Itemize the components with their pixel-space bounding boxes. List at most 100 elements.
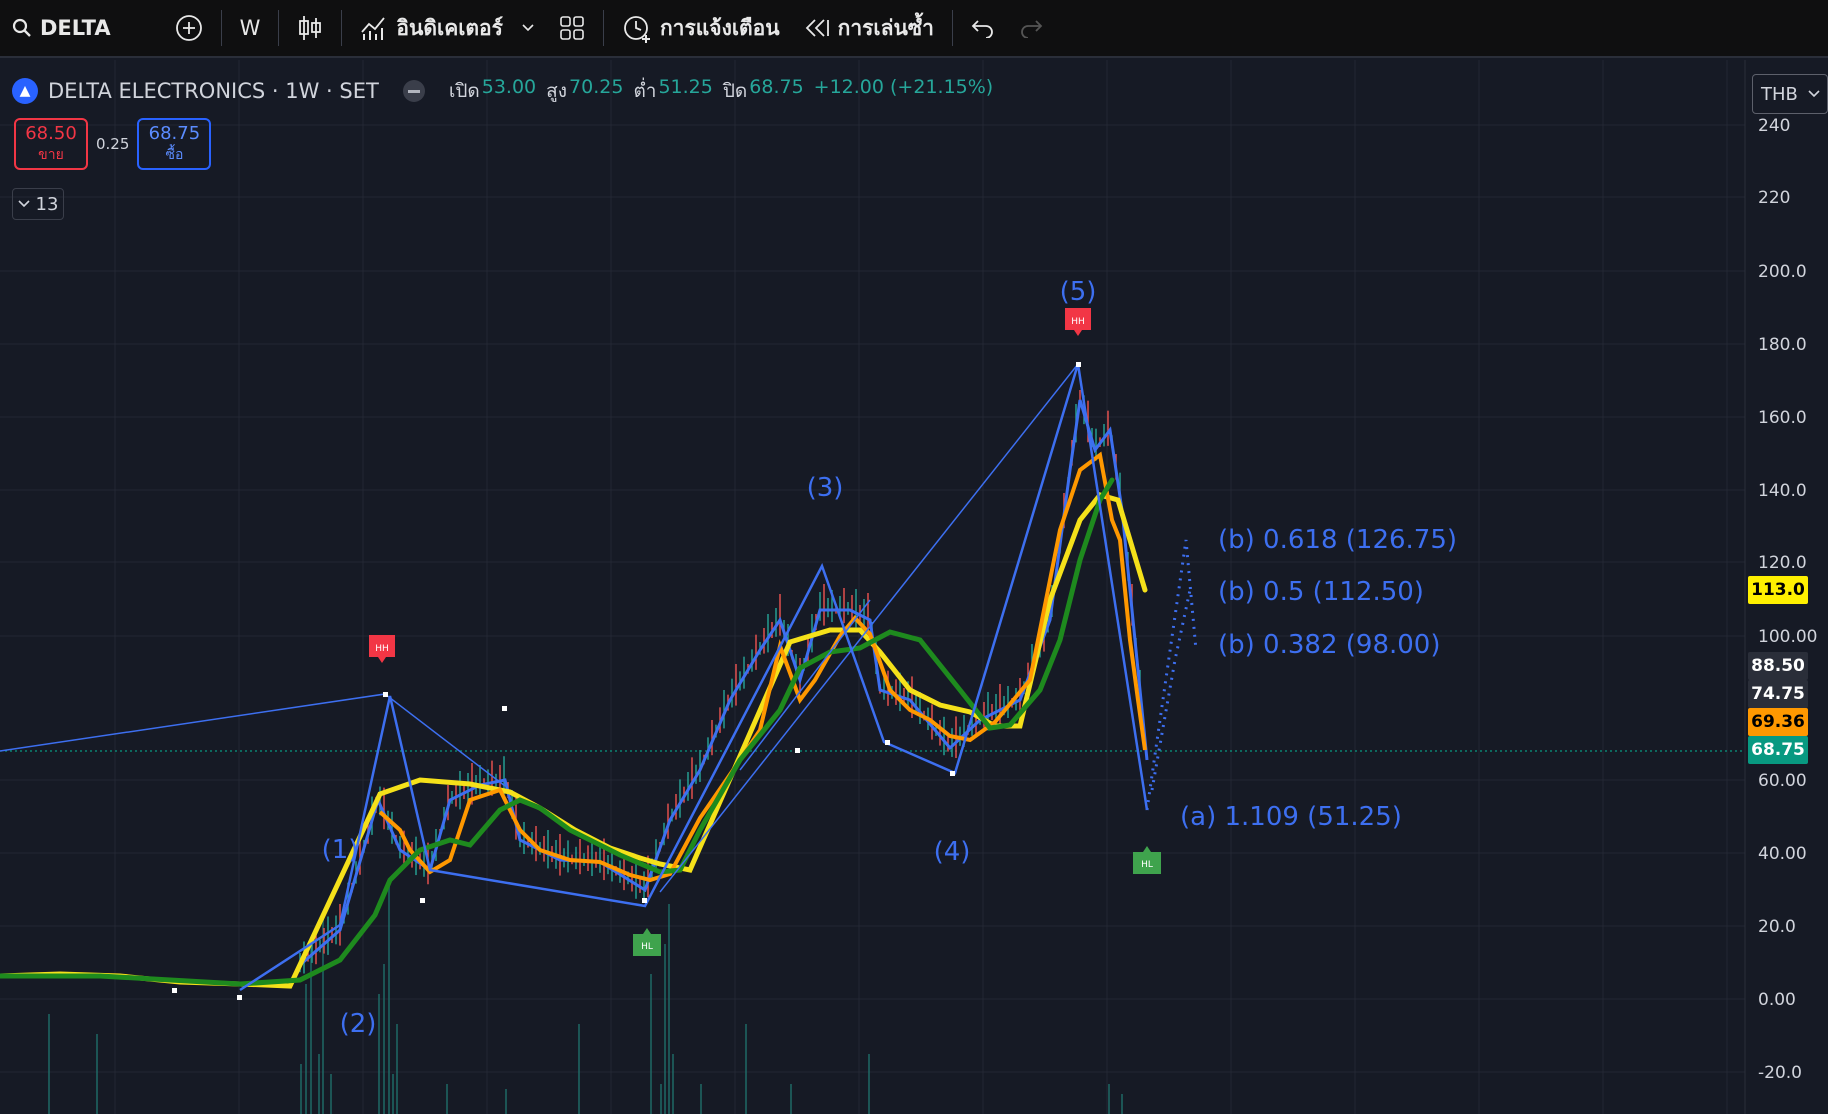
compare-button[interactable]: [163, 0, 215, 57]
moving-averages: [0, 451, 1148, 989]
chart-type-button[interactable]: [285, 0, 335, 57]
pivot-dots: [172, 362, 1081, 1000]
price-tick: 40.00: [1758, 844, 1807, 864]
change-value: +12.00 (+21.15%): [813, 76, 994, 98]
sell-price: 68.50: [25, 122, 77, 144]
hl-marker: HL: [1133, 846, 1161, 874]
toolbar-divider: [602, 10, 604, 46]
volume-bar: [383, 964, 385, 1114]
volume-bar: [330, 1074, 332, 1114]
sell-button[interactable]: 68.50 ขาย: [14, 118, 88, 170]
minus-icon: [407, 89, 420, 93]
hh-label: HH: [1071, 317, 1085, 327]
replay-label: การเล่นซ้ำ: [837, 15, 934, 40]
price-tick: 160.0: [1758, 408, 1807, 428]
volume-bar: [700, 1084, 702, 1114]
volume-bar: [668, 904, 670, 1114]
price-chart[interactable]: HH HH HL HL (1) (2) (3) (4) (5) (b) 0.61…: [0, 60, 1828, 1114]
volume-bar: [505, 1089, 507, 1114]
wave-trend-thin: [0, 693, 506, 787]
open-value: 53.00: [481, 76, 537, 98]
volume-bar: [318, 1054, 320, 1114]
volume-bar: [378, 994, 380, 1114]
indicators-label: อินดิเคเตอร์: [396, 15, 503, 40]
symbol-label: DELTA: [40, 16, 111, 40]
candle-series: [299, 390, 1149, 974]
layout-button[interactable]: [547, 0, 597, 57]
add-circle-icon: [175, 15, 202, 41]
toolbar-divider: [220, 10, 222, 46]
toolbar-divider: [341, 10, 343, 46]
symbol-title[interactable]: DELTA ELECTRONICS · 1W · SET: [48, 79, 379, 103]
volume-bar: [300, 1064, 302, 1114]
redo-icon: [1020, 20, 1043, 38]
alarm-clock-icon: [624, 16, 650, 43]
replay-button[interactable]: การเล่นซ้ำ: [792, 0, 946, 57]
wave-3-label: (3): [807, 473, 844, 503]
hide-legend-button[interactable]: [402, 80, 425, 102]
hl-marker: HL: [633, 928, 661, 956]
grid-icon: [560, 16, 584, 40]
ma-yellow-line: [0, 492, 1148, 989]
interval-button[interactable]: W: [228, 0, 273, 57]
low-label: ต่ำ: [633, 80, 657, 102]
hh-marker: HH: [369, 635, 395, 663]
price-tick: -20.0: [1758, 1063, 1802, 1083]
volume-bar: [388, 884, 390, 1114]
hl-label: HL: [1141, 860, 1153, 870]
price-tick: 60.00: [1758, 771, 1807, 791]
open-label: เปิด: [448, 80, 480, 102]
price-tick: 20.0: [1758, 917, 1796, 937]
indicators-button[interactable]: อินดิเคเตอร์: [348, 0, 547, 57]
elliott-wave-lines: [0, 363, 1198, 992]
toolbar-divider: [278, 10, 280, 46]
volume-bar: [660, 1084, 662, 1114]
ohlc-values: เปิด 53.00 สูง 70.25 ต่ำ 51.25 ปิด 68.75 +12…: [449, 76, 1001, 106]
price-tick: 100.00: [1758, 627, 1817, 647]
volume-bar: [790, 1084, 792, 1114]
volume-bar: [48, 1014, 50, 1114]
buy-price: 68.75: [148, 122, 201, 144]
alert-button[interactable]: การแจ้งเตือน: [610, 0, 792, 57]
undo-button[interactable]: [959, 0, 1007, 57]
wave-a-label: (a) 1.109 (51.25): [1180, 802, 1402, 832]
volume-bar: [446, 1084, 448, 1114]
volume-bar: [672, 1054, 674, 1114]
volume-bar: [305, 984, 307, 1114]
fib-0382-label: (b) 0.382 (98.00): [1218, 630, 1440, 660]
sell-label: ขาย: [38, 146, 64, 163]
wave-1-label: (1): [322, 835, 359, 865]
buy-button[interactable]: 68.75 ซื้อ: [137, 118, 212, 170]
projection-dotted-2: [1150, 589, 1192, 791]
search-icon: [12, 18, 31, 37]
price-tick: 220: [1758, 188, 1790, 208]
candles-icon: [299, 16, 322, 40]
rewind-icon: [805, 19, 829, 37]
symbol-search[interactable]: DELTA: [0, 0, 123, 57]
chart-legend: ▲ DELTA ELECTRONICS · 1W · SET เปิด 53.00…: [12, 76, 1001, 106]
volume-bar: [1108, 1084, 1110, 1114]
toolbar-divider: [951, 10, 953, 46]
low-value: 51.25: [658, 76, 713, 98]
close-value: 68.75: [749, 76, 804, 98]
volume-bar: [664, 944, 666, 1114]
volume-bar: [745, 1024, 747, 1114]
alert-label: การแจ้งเตือน: [659, 15, 780, 40]
currency-select[interactable]: THB: [1752, 74, 1828, 114]
chevron-down-icon: [17, 200, 30, 208]
price-tag: 113.0: [1748, 576, 1808, 604]
currency-label: THB: [1761, 83, 1798, 105]
indicator-collapse-button[interactable]: 13: [12, 188, 64, 220]
price-tick: 0.00: [1758, 990, 1796, 1010]
chart-grid: [0, 60, 1746, 1114]
interval-label: W: [239, 16, 261, 40]
high-label: สูง: [546, 80, 568, 102]
price-tick: 200.0: [1758, 262, 1807, 282]
volume-bar: [578, 1024, 580, 1114]
volume-bar: [396, 1024, 398, 1114]
trading-app: DELTA W อินดิเคเตอร์ การแจ้งเตือน การเล่…: [0, 0, 1828, 1114]
chevron-down-icon: [1808, 90, 1820, 98]
redo-button[interactable]: [1007, 0, 1055, 57]
hh-label: HH: [375, 644, 389, 654]
volume-bar: [96, 1034, 98, 1114]
